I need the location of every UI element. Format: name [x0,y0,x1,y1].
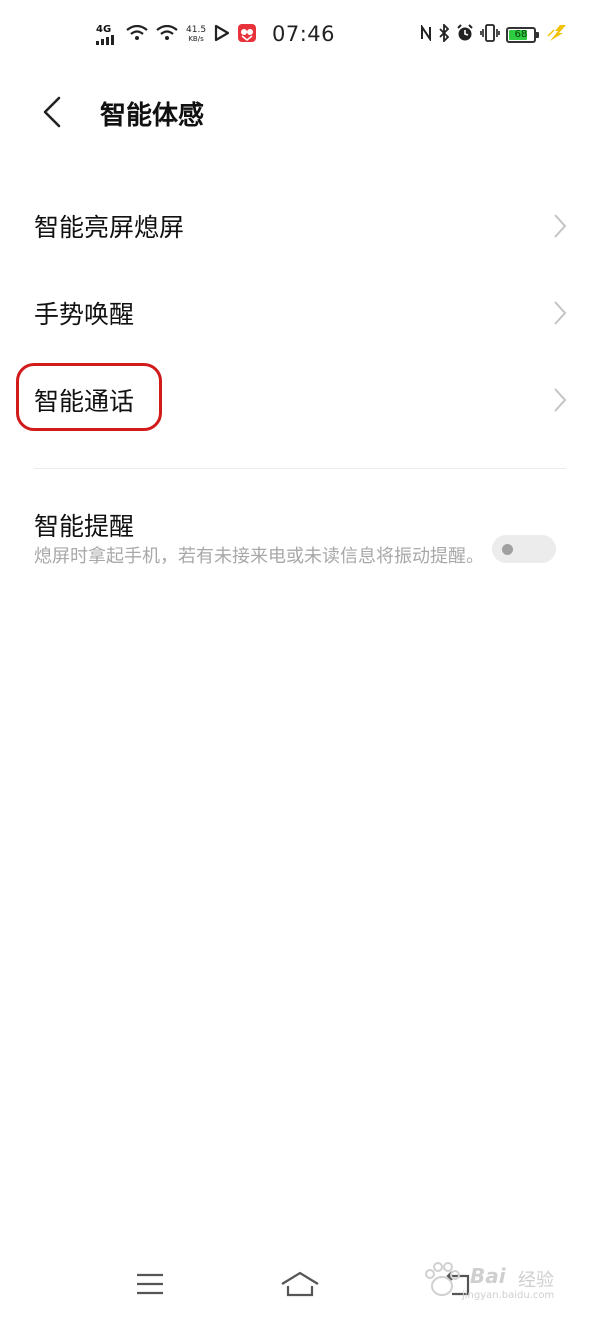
page-header: 智能体感 [0,78,600,146]
watermark: Bai 经验 jingyan.baidu.com [422,1262,572,1308]
wifi-icon [126,24,148,45]
menu-item-label: 智能亮屏熄屏 [34,213,185,242]
home-nav-button[interactable] [276,1268,324,1304]
app-notification-icon [238,24,257,46]
smart-reminder-title: 智能提醒 [34,512,135,541]
highlight-annotation [16,363,162,431]
home-icon [280,1270,320,1302]
nfc-icon [420,23,432,45]
menu-nav-button[interactable] [126,1268,174,1304]
battery-indicator: 68 [506,27,539,43]
alarm-icon [456,24,474,46]
speed-value: 41.5 [186,25,207,35]
menu-item-label: 手势唤醒 [34,300,135,329]
menu-item-gesture-wake[interactable]: 手势唤醒 [0,270,600,356]
chevron-right-icon [550,386,570,414]
speed-unit: KB/s [188,35,204,43]
play-app-icon [214,24,230,46]
network-speed: 41.5 KB/s [186,26,206,44]
page-title: 智能体感 [100,101,205,131]
vibrate-icon [480,24,500,46]
back-arrow-icon [41,96,63,132]
chevron-right-icon [550,299,570,327]
toggle-knob [502,544,513,555]
smart-reminder-row: 智能提醒 熄屏时拿起手机，若有未接来电或未读信息将振动提醒。 [0,495,600,605]
status-right-group: 68 [420,22,568,46]
smart-reminder-description: 熄屏时拿起手机，若有未接来电或未读信息将振动提醒。 [34,546,484,567]
charging-icon [546,24,568,46]
menu-icon [135,1272,165,1300]
chevron-right-icon [550,212,570,240]
battery-percent: 68 [514,29,528,40]
status-left-group: 4G 41.5 KB/s [96,24,257,46]
smart-reminder-toggle[interactable] [492,535,556,563]
wifi-2-icon [156,24,178,45]
watermark-url: jingyan.baidu.com [462,1290,555,1301]
section-divider [34,468,566,469]
cellular-signal-icon: 4G [96,25,118,45]
status-bar: 4G 41.5 KB/s 07:46 68 [0,0,600,72]
watermark-brand: Bai [470,1264,506,1288]
bluetooth-icon [438,22,450,46]
back-button[interactable] [30,92,74,136]
menu-item-smart-screen[interactable]: 智能亮屏熄屏 [0,183,600,269]
paw-logo-icon [422,1262,462,1303]
watermark-label: 经验 [518,1270,554,1291]
status-time: 07:46 [272,22,336,46]
network-type: 4G [96,24,112,35]
